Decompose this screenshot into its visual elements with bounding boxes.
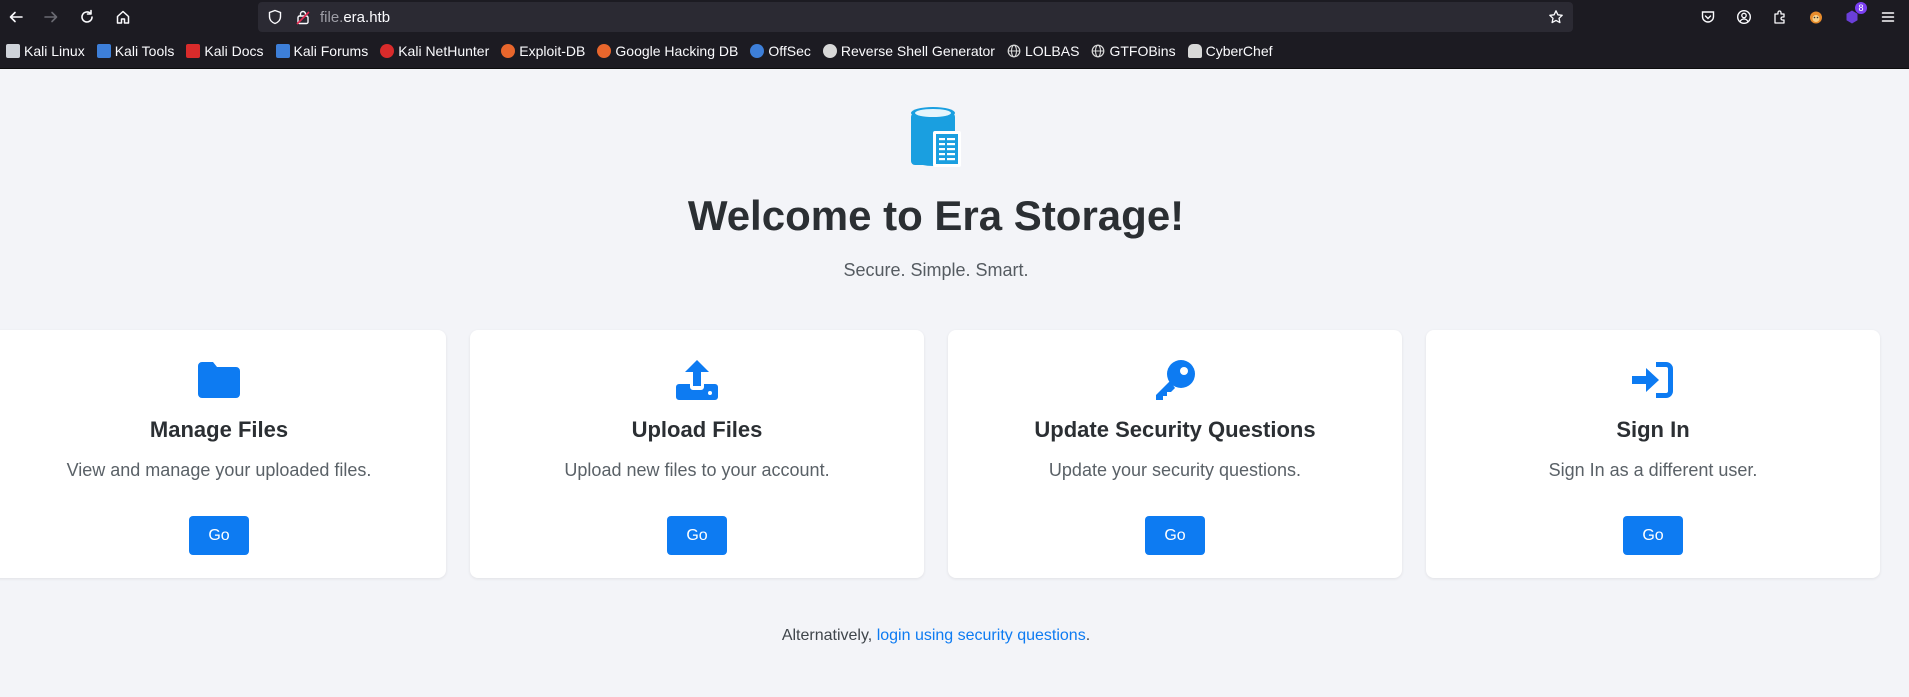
security-questions-login-link[interactable]: login using security questions xyxy=(877,627,1086,644)
bookmark-label: Kali Docs xyxy=(204,43,264,59)
reload-icon xyxy=(81,9,93,23)
bookmark-kali-nethunter[interactable]: Kali NetHunter xyxy=(380,38,496,64)
account-button[interactable] xyxy=(1732,5,1756,29)
globe-icon xyxy=(1092,44,1105,58)
back-button[interactable] xyxy=(2,3,30,31)
bookmark-label: Kali NetHunter xyxy=(398,43,490,59)
upload-icon xyxy=(675,358,719,402)
bookmark-label: Reverse Shell Generator xyxy=(840,43,995,59)
bookmark-kali-linux[interactable]: Kali Linux xyxy=(6,38,92,64)
card-update-security-questions: Update Security Questions Update your se… xyxy=(948,330,1402,578)
menu-button[interactable] xyxy=(1876,5,1900,29)
url-text[interactable]: file.era.htb xyxy=(320,9,390,26)
kali-forums-icon xyxy=(275,44,290,58)
upload-files-go-button[interactable]: Go xyxy=(667,516,727,555)
skull-icon xyxy=(822,44,837,58)
bookmark-google-hacking-db[interactable]: Google Hacking DB xyxy=(597,38,745,64)
browser-toolbar: file.era.htb 8 xyxy=(0,0,1909,34)
bookmark-kali-docs[interactable]: Kali Docs xyxy=(186,38,270,64)
bookmark-label: Exploit-DB xyxy=(519,43,586,59)
card-title: Manage Files xyxy=(149,417,289,442)
key-icon xyxy=(1153,358,1197,402)
pocket-button[interactable] xyxy=(1696,5,1720,29)
url-bar[interactable]: file.era.htb xyxy=(258,2,1573,32)
bookmark-label: Google Hacking DB xyxy=(615,43,739,59)
card-sign-in: Sign In Sign In as a different user. Go xyxy=(1426,330,1880,578)
card-upload-files: Upload Files Upload new files to your ac… xyxy=(470,330,924,578)
card-description: View and manage your uploaded files. xyxy=(66,460,372,480)
card-description: Update your security questions. xyxy=(1048,460,1302,480)
footer-suffix: . xyxy=(1085,627,1091,644)
page-subtitle: Secure. Simple. Smart. xyxy=(843,260,1029,280)
bookmark-lolbas[interactable]: LOLBAS xyxy=(1007,38,1086,64)
card-description: Sign In as a different user. xyxy=(1548,460,1758,480)
fox-icon xyxy=(1810,11,1822,24)
bookmark-label: OffSec xyxy=(768,43,811,59)
exploit-db-icon xyxy=(501,44,516,58)
extension-badge-count: 8 xyxy=(1855,2,1867,14)
bookmark-offsec[interactable]: OffSec xyxy=(750,38,818,64)
foxyproxy-button[interactable] xyxy=(1804,5,1828,29)
bookmark-label: LOLBAS xyxy=(1024,43,1080,59)
bookmark-kali-tools[interactable]: Kali Tools xyxy=(96,38,182,64)
bookmarks-bar: Kali Linux Kali Tools Kali Docs Kali For… xyxy=(0,34,1909,69)
card-manage-files: Manage Files View and manage your upload… xyxy=(0,330,446,578)
back-arrow-icon xyxy=(9,11,23,23)
footer-prefix: Alternatively, xyxy=(781,627,877,644)
page-content: Welcome to Era Storage! Secure. Simple. … xyxy=(0,69,1909,697)
bookmark-label: CyberChef xyxy=(1205,43,1273,59)
card-description: Upload new files to your account. xyxy=(564,460,830,480)
pocket-icon xyxy=(1701,11,1715,23)
forward-button[interactable] xyxy=(37,3,65,31)
chef-hat-icon xyxy=(1187,44,1202,58)
kali-nethunter-icon xyxy=(380,44,395,58)
alternative-login-note: Alternatively, login using security ques… xyxy=(0,627,1872,645)
bookmark-label: Kali Forums xyxy=(293,43,369,59)
hamburger-menu-icon xyxy=(1881,12,1895,22)
bookmark-kali-forums[interactable]: Kali Forums xyxy=(275,38,376,64)
bookmark-gtfobins[interactable]: GTFOBins xyxy=(1091,38,1182,64)
manage-files-go-button[interactable]: Go xyxy=(189,516,249,555)
update-security-questions-go-button[interactable]: Go xyxy=(1145,516,1205,555)
tracking-shield-icon[interactable] xyxy=(267,9,283,25)
url-domain: era.htb xyxy=(343,9,391,26)
extensions-button[interactable] xyxy=(1768,5,1792,29)
bookmark-cyberchef[interactable]: CyberChef xyxy=(1187,38,1280,64)
bookmark-label: GTFOBins xyxy=(1109,43,1176,59)
kali-tools-icon xyxy=(96,44,111,58)
forward-arrow-icon xyxy=(44,11,58,23)
page-title: Welcome to Era Storage! xyxy=(687,192,1185,239)
bookmark-star-icon[interactable] xyxy=(1548,9,1564,25)
bookmark-label: Kali Tools xyxy=(114,43,175,59)
home-button[interactable] xyxy=(109,3,137,31)
kali-docs-icon xyxy=(186,44,201,58)
folder-icon xyxy=(197,358,241,402)
card-title: Upload Files xyxy=(631,417,763,442)
home-icon xyxy=(116,10,130,24)
bookmark-reverse-shell-generator[interactable]: Reverse Shell Generator xyxy=(822,38,1002,64)
puzzle-icon xyxy=(1774,10,1785,24)
era-storage-logo-icon xyxy=(911,107,961,167)
globe-icon xyxy=(1007,44,1021,58)
sign-in-icon xyxy=(1631,358,1675,402)
bookmark-label: Kali Linux xyxy=(24,43,85,59)
card-title: Update Security Questions xyxy=(1034,417,1316,442)
account-icon xyxy=(1736,9,1752,25)
kali-dragon-icon xyxy=(6,44,20,58)
bookmark-exploit-db[interactable]: Exploit-DB xyxy=(501,38,592,64)
extension-badge-button[interactable]: 8 xyxy=(1840,2,1867,29)
url-subdomain: file. xyxy=(320,9,344,26)
card-title: Sign In xyxy=(1616,417,1690,442)
reload-button[interactable] xyxy=(73,3,101,31)
insecure-lock-icon[interactable] xyxy=(295,9,311,25)
offsec-icon xyxy=(750,44,765,58)
sign-in-go-button[interactable]: Go xyxy=(1623,516,1683,555)
ghdb-icon xyxy=(597,44,612,58)
